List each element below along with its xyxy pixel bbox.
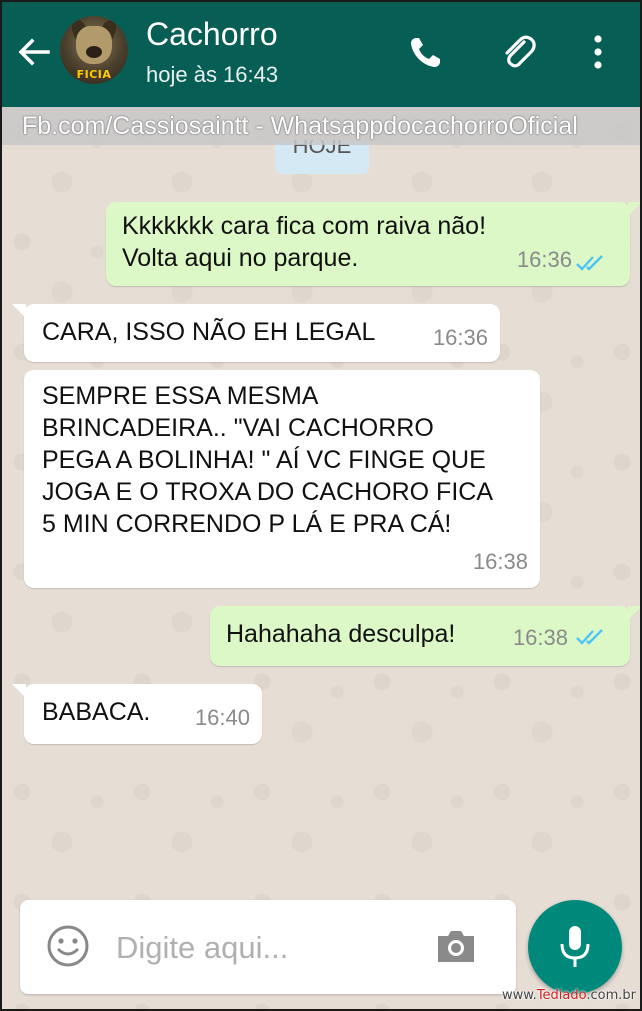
message-time: 16:38 <box>512 625 568 650</box>
message-bubble-outgoing[interactable]: Kkkkkkk cara fica com raiva não! Volta a… <box>106 202 640 286</box>
chat-screen: FICIA Cachorro hoje às 16:43 HOJE Fb.com… <box>0 0 642 1011</box>
back-arrow-icon[interactable] <box>16 34 52 70</box>
paperclip-icon[interactable] <box>498 32 538 72</box>
watermark-banner: Fb.com/Cassiosaintt - Whatsappdocachorro… <box>2 107 640 145</box>
chat-header: FICIA Cachorro hoje às 16:43 <box>2 2 640 107</box>
message-time: 16:40 <box>194 705 250 730</box>
read-ticks-icon <box>576 629 603 645</box>
message-bubble-incoming[interactable]: BABACA. 16:40 <box>12 684 262 744</box>
message-text-line: PEGA A BOLINHA! " AÍ VC FINGE QUE <box>42 446 486 474</box>
site-watermark: www.Tediado.com.br <box>501 988 636 1003</box>
message-time: 16:36 <box>516 247 572 272</box>
read-ticks-icon <box>576 255 603 271</box>
message-text-line: Kkkkkkk cara fica com raiva não! <box>122 212 487 240</box>
message-bubble-incoming[interactable]: CARA, ISSO NÃO EH LEGAL 16:36 <box>12 304 500 362</box>
message-text-line: CARA, ISSO NÃO EH LEGAL <box>42 318 376 346</box>
message-bubble-incoming[interactable]: SEMPRE ESSA MESMA BRINCADEIRA.. "VAI CAC… <box>24 370 540 588</box>
message-composer <box>20 900 516 994</box>
camera-icon[interactable] <box>434 926 478 966</box>
message-time: 16:38 <box>472 549 528 574</box>
message-text-line: JOGA E O TROXA DO CACHORO FICA <box>42 478 494 506</box>
more-vert-icon[interactable] <box>586 32 610 72</box>
mic-button[interactable] <box>528 900 622 994</box>
message-text-line: BRINCADEIRA.. "VAI CACHORRO <box>42 414 434 442</box>
avatar[interactable]: FICIA <box>60 16 128 84</box>
mic-icon <box>560 926 590 967</box>
last-seen-status: hoje às 16:43 <box>146 62 279 87</box>
message-input[interactable] <box>116 928 416 968</box>
contact-name[interactable]: Cachorro <box>146 16 278 53</box>
avatar-badge-text: FICIA <box>76 68 112 81</box>
date-divider: HOJE <box>275 140 369 174</box>
phone-icon[interactable] <box>406 32 446 72</box>
emoji-icon[interactable] <box>46 924 90 968</box>
message-time: 16:36 <box>432 325 488 350</box>
message-text-line: 5 MIN CORRENDO P LÁ E PRA CÁ! <box>42 510 452 538</box>
message-text-line: SEMPRE ESSA MESMA <box>42 382 319 410</box>
message-bubble-outgoing[interactable]: Hahahaha desculpa! 16:38 <box>210 606 640 666</box>
message-text-line: Hahahaha desculpa! <box>226 620 456 648</box>
